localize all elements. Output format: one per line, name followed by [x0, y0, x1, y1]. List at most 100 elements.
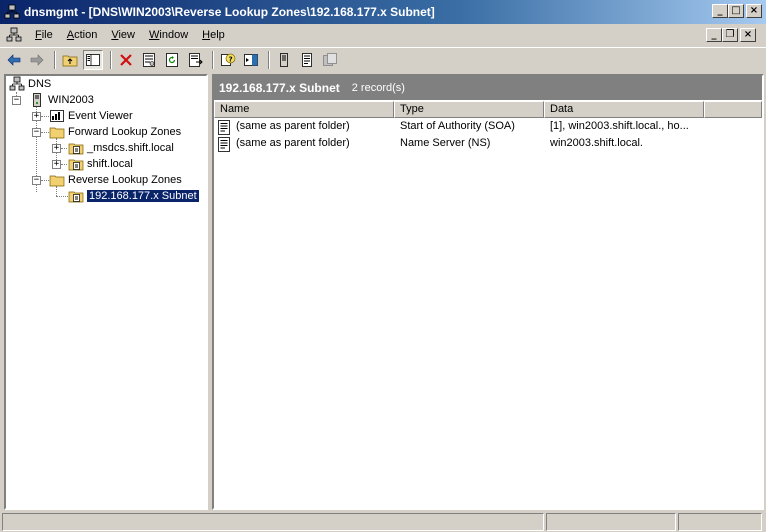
column-header-type[interactable]: Type [394, 101, 544, 118]
collapse-forward-zones-toggle[interactable]: − [32, 128, 41, 137]
dns-icon [9, 76, 25, 91]
tree-connector [61, 148, 67, 149]
action-pane-button[interactable] [241, 50, 261, 70]
show-hide-tree-button[interactable] [83, 49, 103, 70]
toolbar-separator [54, 50, 56, 69]
tree-item-win2003[interactable]: WIN2003 [29, 92, 94, 108]
help-button[interactable]: ? [218, 50, 238, 70]
tree-label: WIN2003 [48, 94, 94, 106]
delete-button[interactable] [116, 50, 136, 70]
new-alias-button[interactable] [320, 50, 340, 70]
up-one-level-button[interactable] [60, 50, 80, 70]
details-title: 192.168.177.x Subnet [219, 81, 340, 95]
expand-shift-local-toggle[interactable]: + [52, 160, 61, 169]
zone-icon [68, 159, 84, 171]
tree-item-shift-local-zone[interactable]: shift.local [68, 156, 133, 172]
folder-icon [49, 175, 65, 187]
column-header-filler [704, 101, 762, 118]
tree-label: Forward Lookup Zones [68, 126, 182, 138]
tree-label: Event Viewer [68, 110, 133, 122]
toolbar-separator [110, 50, 112, 69]
tree-item-reverse-lookup-zones[interactable]: Reverse Lookup Zones [49, 172, 182, 188]
title-bar[interactable]: dnsmgmt - [DNS\WIN2003\Reverse Lookup Zo… [0, 0, 766, 24]
svg-text:?: ? [229, 55, 233, 63]
maximize-button[interactable]: □ [728, 4, 744, 18]
status-panel-3 [678, 513, 762, 531]
tree-connector [41, 180, 49, 181]
properties-button[interactable] [139, 50, 159, 70]
new-record-button[interactable] [274, 50, 294, 70]
help-icon: ? [221, 53, 236, 66]
folder-icon [49, 127, 65, 139]
up-folder-icon [62, 55, 78, 66]
server-icon [33, 93, 41, 107]
dns-app-icon [4, 4, 20, 19]
delete-icon [120, 53, 132, 66]
column-header-name[interactable]: Name [214, 101, 394, 118]
tree-connector [41, 116, 49, 117]
properties-icon [143, 52, 155, 67]
tree-item-msdcs-zone[interactable]: _msdcs.shift.local [68, 140, 174, 156]
show-hide-tree-icon [86, 53, 100, 66]
export-list-icon [189, 52, 203, 67]
tree-item-dns[interactable]: DNS [9, 76, 51, 92]
forward-arrow-icon [30, 53, 44, 66]
record-data: [1], win2003.shift.local., ho... [550, 120, 689, 132]
expand-event-viewer-toggle[interactable]: + [32, 112, 41, 121]
tree-label: shift.local [87, 158, 133, 170]
action-pane-icon [244, 53, 258, 66]
minimize-button[interactable]: _ [712, 4, 728, 18]
new-host-button[interactable] [297, 50, 317, 70]
child-minimize-button[interactable]: _ [706, 28, 722, 42]
tree-item-event-viewer[interactable]: Event Viewer [49, 108, 133, 124]
refresh-icon [166, 52, 178, 67]
forward-button[interactable] [27, 50, 47, 70]
record-data: win2003.shift.local. [550, 137, 643, 149]
collapse-reverse-zones-toggle[interactable]: − [32, 176, 41, 185]
status-panel-2 [546, 513, 676, 531]
child-restore-button[interactable]: ❐ [722, 28, 738, 42]
details-pane[interactable]: 192.168.177.x Subnet 2 record(s) Name Ty… [212, 74, 764, 510]
tree-connector [41, 132, 49, 133]
back-button[interactable] [4, 50, 24, 70]
tree-connector [61, 164, 67, 165]
list-item[interactable]: (same as parent folder) Start of Authori… [218, 119, 758, 136]
refresh-button[interactable] [162, 50, 182, 70]
record-icon [218, 137, 230, 152]
menu-view[interactable]: View [104, 29, 142, 41]
new-alias-icon [323, 52, 337, 66]
menu-bar: File Action View Window Help _ ❐ × [0, 24, 766, 46]
menu-help[interactable]: Help [195, 29, 232, 41]
new-record-icon [280, 52, 288, 67]
console-tree[interactable]: DNS − WIN2003 + Event Viewer − Forward L… [4, 74, 208, 510]
tree-label: Reverse Lookup Zones [68, 174, 182, 186]
record-type: Name Server (NS) [400, 137, 491, 149]
back-arrow-icon [7, 53, 21, 66]
column-header-data[interactable]: Data [544, 101, 704, 118]
menu-file[interactable]: File [28, 29, 60, 41]
export-list-button[interactable] [185, 50, 205, 70]
record-count: 2 record(s) [351, 82, 405, 94]
collapse-server-toggle[interactable]: − [12, 96, 21, 105]
tree-label: _msdcs.shift.local [87, 142, 174, 154]
close-button[interactable]: × [746, 4, 762, 18]
new-host-icon [302, 52, 312, 67]
tree-item-subnet-zone[interactable]: 192.168.177.x Subnet [68, 188, 200, 204]
record-type: Start of Authority (SOA) [400, 120, 515, 132]
toolbar: ? [0, 47, 766, 71]
toolbar-separator [212, 50, 214, 69]
zone-icon [68, 143, 84, 155]
record-name: (same as parent folder) [236, 120, 350, 132]
child-close-button[interactable]: × [740, 28, 756, 42]
window-title: dnsmgmt - [DNS\WIN2003\Reverse Lookup Zo… [24, 5, 435, 19]
record-name: (same as parent folder) [236, 137, 350, 149]
tree-item-forward-lookup-zones[interactable]: Forward Lookup Zones [49, 124, 181, 140]
status-bar [0, 512, 766, 532]
expand-msdcs-toggle[interactable]: + [52, 144, 61, 153]
zone-icon [68, 191, 84, 203]
menu-action[interactable]: Action [60, 29, 105, 41]
menu-window[interactable]: Window [142, 29, 195, 41]
dns-system-menu-icon[interactable] [6, 27, 22, 43]
toolbar-separator [268, 50, 270, 69]
list-item[interactable]: (same as parent folder) Name Server (NS)… [218, 136, 758, 153]
